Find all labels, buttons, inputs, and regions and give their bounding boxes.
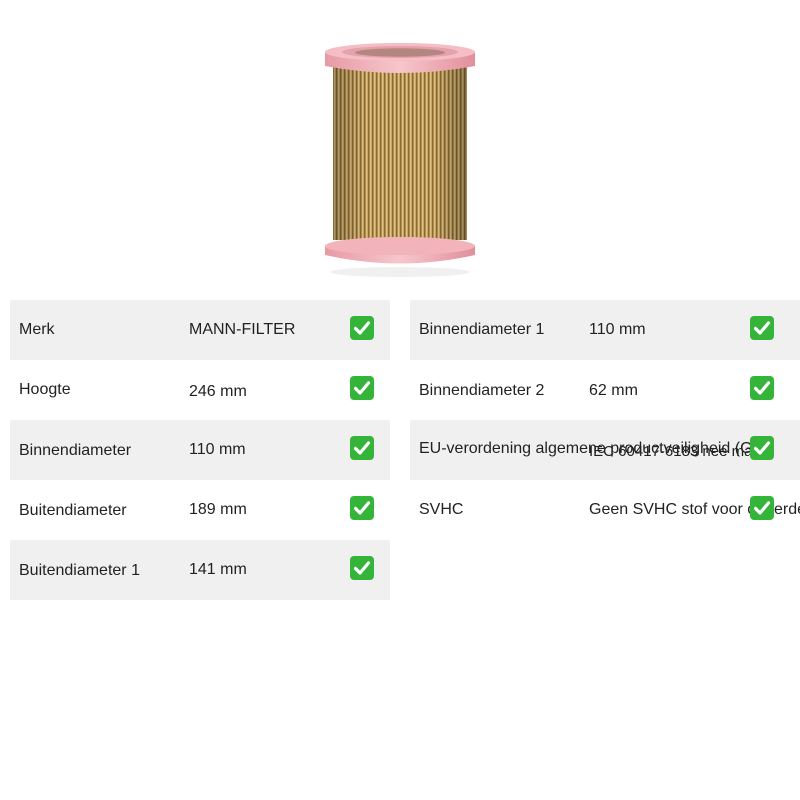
spec-value: 62 mm	[589, 382, 638, 399]
spec-label: SVHC	[419, 501, 464, 518]
spec-label: Binnendiameter 2	[419, 382, 545, 399]
spec-value: IEC 60417-6183 nee mas	[589, 443, 760, 460]
spec-table-left: Merk MANN-FILTER Hoogte 246 mm Binnendia…	[10, 300, 390, 600]
table-row: EU-verordening algemene productveilighei…	[410, 420, 800, 480]
table-row: Hoogte 246 mm	[10, 360, 390, 420]
spec-table-right: Binnendiameter 1 110 mm Binnendiameter 2…	[410, 300, 800, 540]
table-row: Merk MANN-FILTER	[10, 300, 390, 360]
table-row: SVHC Geen SVHC stof voor onderde	[410, 480, 800, 540]
spec-label: Merk	[19, 321, 55, 338]
table-row: Buitendiameter 189 mm	[10, 480, 390, 540]
spec-value: 110 mm	[189, 441, 246, 458]
check-mark-icon	[750, 376, 774, 400]
check-mark-icon	[350, 316, 374, 340]
check-mark-icon	[750, 496, 774, 520]
spec-value: 246 mm	[189, 383, 247, 400]
check-mark-icon	[350, 376, 374, 400]
spec-label: Buitendiameter	[19, 502, 127, 519]
product-spec-page: Merk MANN-FILTER Hoogte 246 mm Binnendia…	[0, 0, 800, 800]
spec-label: Binnendiameter 1	[419, 321, 545, 338]
table-row: Binnendiameter 110 mm	[10, 420, 390, 480]
spec-value: MANN-FILTER	[189, 321, 296, 338]
check-mark-icon	[350, 556, 374, 580]
table-row: Buitendiameter 1 141 mm	[10, 540, 390, 600]
table-row: Binnendiameter 1 110 mm	[410, 300, 800, 360]
check-mark-icon	[350, 496, 374, 520]
check-mark-icon	[350, 436, 374, 460]
spec-value: 141 mm	[189, 561, 247, 578]
spec-label: Binnendiameter	[19, 442, 132, 459]
spec-label: Buitendiameter 1	[19, 562, 140, 579]
air-filter-image	[325, 43, 475, 277]
spec-label: Hoogte	[19, 381, 71, 398]
spec-value: 110 mm	[589, 321, 646, 338]
spec-value: 189 mm	[189, 501, 247, 518]
table-row: Binnendiameter 2 62 mm	[410, 360, 800, 420]
check-mark-icon	[750, 316, 774, 340]
check-mark-icon	[750, 436, 774, 460]
